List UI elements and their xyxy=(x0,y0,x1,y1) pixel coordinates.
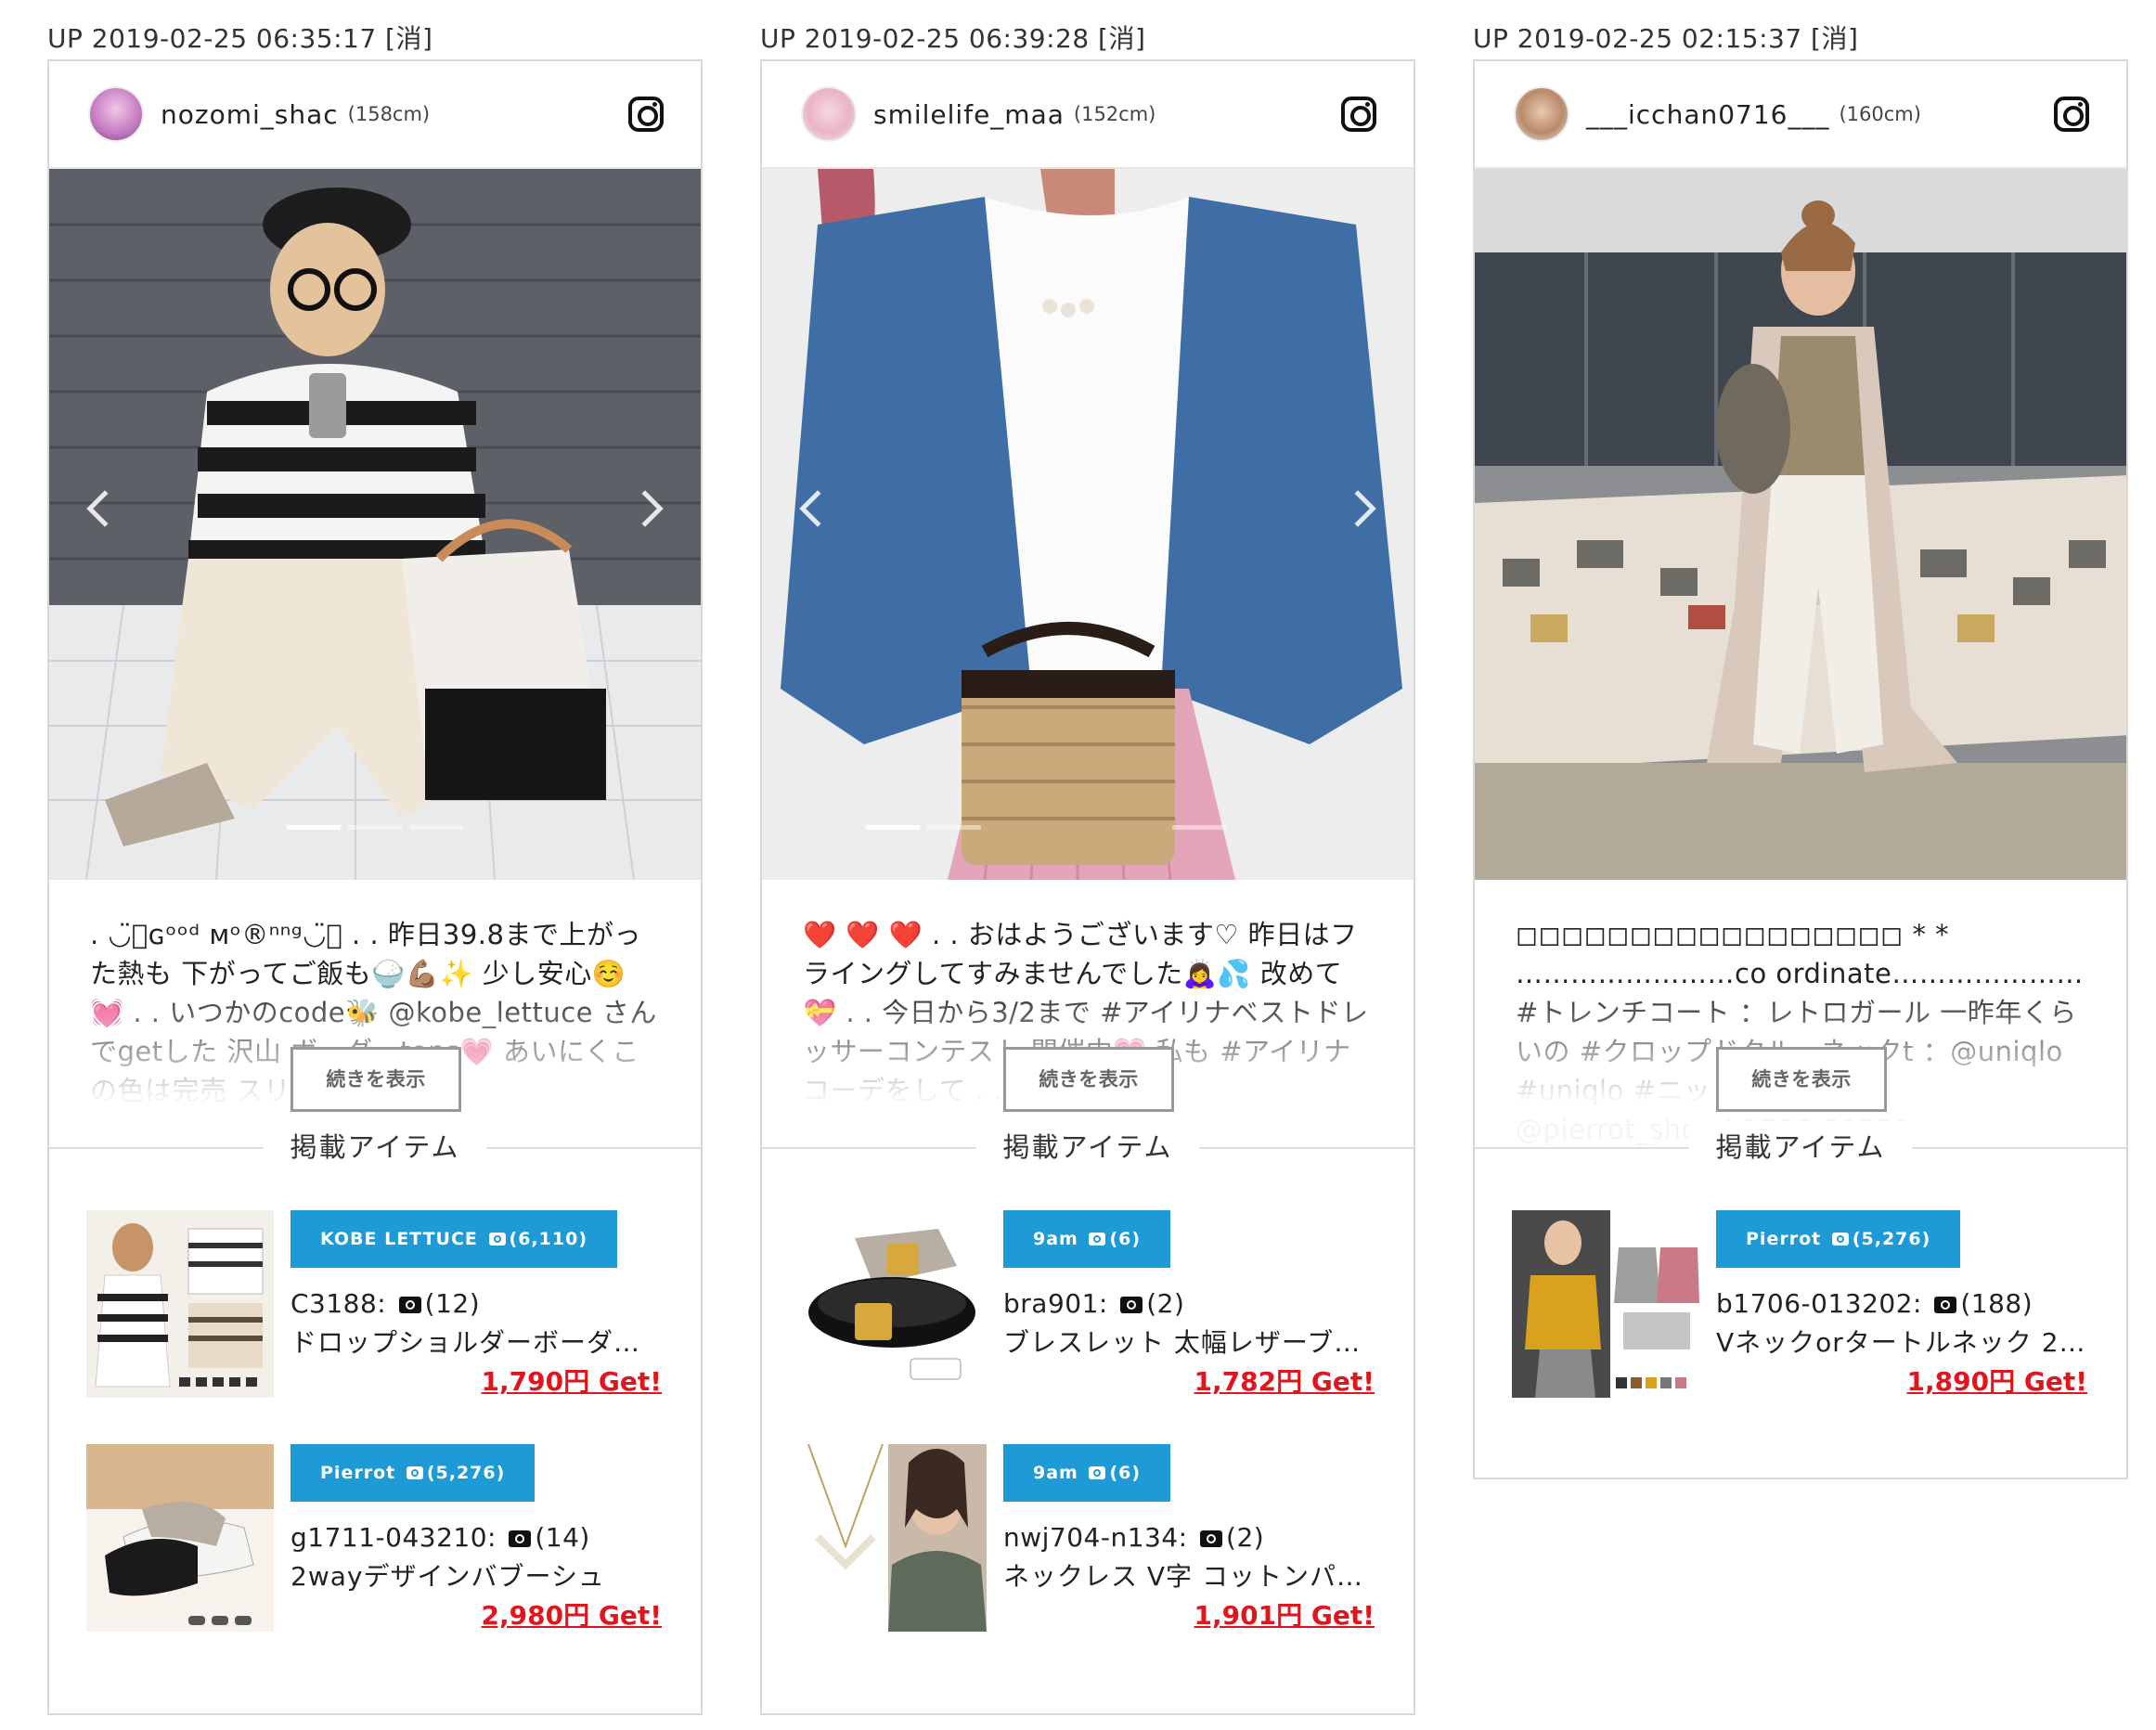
item-price-link[interactable]: 1,901円 Get! xyxy=(1194,1596,1375,1635)
post-photo[interactable] xyxy=(762,169,1414,880)
camera-icon xyxy=(1831,1233,1849,1246)
camera-icon xyxy=(398,1297,421,1313)
shop-badge[interactable]: 9am (6) xyxy=(1003,1210,1171,1268)
post-card-body: smilelife_maa (152cm) ❤️ ❤️ ❤️ . . おはようご… xyxy=(760,59,1415,1715)
camera-icon xyxy=(1089,1466,1106,1479)
post-caption: ◻◻◻◻◻◻◻◻◻◻◻◻◻◻◻◻◻ * * ……………………co ordinat… xyxy=(1475,880,2126,1147)
item-thumbnail[interactable] xyxy=(799,1444,987,1632)
post-caption: . ◡̈⃝ɢᵒᵒᵈ ᴍᵒ®ⁿⁿᵍ◡̈⃝ . . 昨日39.8まで上がった熱も 下… xyxy=(49,880,701,1147)
item-code: g1711-043210: (14) xyxy=(290,1522,590,1553)
photo-illustration xyxy=(1475,169,2126,880)
item-code: C3188: (12) xyxy=(290,1288,481,1319)
shop-badge[interactable]: Pierrot (5,276) xyxy=(1716,1210,1961,1268)
item-code: nwj704-n134: (2) xyxy=(1003,1522,1265,1553)
item-name[interactable]: ドロップショルダーボーダーカットソー xyxy=(290,1323,662,1362)
post-photo[interactable] xyxy=(49,169,701,880)
post-card-body: nozomi_shac (158cm) . ◡̈⃝ɢᵒᵒᵈ ᴍᵒ®ⁿⁿᵍ◡̈⃝ … xyxy=(47,59,703,1715)
items-heading: 掲載アイテム xyxy=(762,1121,1414,1177)
item-thumbnail[interactable] xyxy=(1512,1210,1699,1398)
shop-badge[interactable]: Pierrot (5,276) xyxy=(290,1444,536,1502)
upload-time: UP 2019-02-25 02:15:37 [消] xyxy=(1473,23,1859,54)
shop-badge[interactable]: KOBE LETTUCE (6,110) xyxy=(290,1210,617,1268)
user-height: (158cm) xyxy=(347,103,431,125)
avatar[interactable] xyxy=(1514,86,1569,142)
item-thumbnail[interactable] xyxy=(799,1210,987,1398)
item-price-link[interactable]: 1,890円 Get! xyxy=(1907,1362,2087,1401)
item-price-link[interactable]: 1,790円 Get! xyxy=(482,1362,662,1401)
item-name[interactable]: 2wayデザインバブーシュ xyxy=(290,1557,662,1596)
instagram-icon[interactable] xyxy=(1341,97,1376,132)
camera-icon xyxy=(509,1530,532,1547)
item-thumbnail[interactable] xyxy=(86,1210,274,1398)
camera-icon xyxy=(1934,1297,1957,1313)
post-card-1: UP 2019-02-25 06:35:17 [消] nozomi_shac (… xyxy=(47,0,703,1715)
post-photo[interactable] xyxy=(1475,169,2126,880)
item-card[interactable]: 9am (6) nwj704-n134: (2) ネックレス V字 コットンパー… xyxy=(762,1444,1414,1632)
item-price-link[interactable]: 2,980円 Get! xyxy=(482,1596,662,1635)
post-header: smilelife_maa (152cm) xyxy=(762,61,1414,169)
camera-icon xyxy=(1120,1297,1143,1313)
item-code: b1706-013202: (188) xyxy=(1716,1288,2033,1319)
username[interactable]: nozomi_shac xyxy=(161,99,339,130)
username[interactable]: smilelife_maa xyxy=(873,99,1065,130)
post-header: ___icchan0716___ (160cm) xyxy=(1475,61,2126,169)
camera-icon xyxy=(488,1233,506,1246)
instagram-icon[interactable] xyxy=(2054,97,2089,132)
carousel-dots[interactable] xyxy=(762,825,1414,830)
post-caption: ❤️ ❤️ ❤️ . . おはようございます♡ 昨日はフライングしてすみませんで… xyxy=(762,880,1414,1147)
item-name[interactable]: ネックレス V字 コットンパール xyxy=(1003,1557,1375,1596)
item-card[interactable]: 9am (6) bra901: (2) ブレスレット 太幅レザーブレスレット 1… xyxy=(762,1210,1414,1398)
item-name[interactable]: Vネックorタートルネック 2wayニット xyxy=(1716,1323,2087,1362)
show-more-button[interactable]: 続きを表示 xyxy=(290,1047,461,1112)
post-header: nozomi_shac (158cm) xyxy=(49,61,701,169)
camera-icon xyxy=(406,1466,423,1479)
items-heading: 掲載アイテム xyxy=(1475,1121,2126,1177)
photo-illustration xyxy=(49,169,701,880)
avatar[interactable] xyxy=(801,86,857,142)
show-more-button[interactable]: 続きを表示 xyxy=(1003,1047,1174,1112)
upload-time: UP 2019-02-25 06:35:17 [消] xyxy=(47,23,433,54)
instagram-icon[interactable] xyxy=(628,97,664,132)
post-card-body: ___icchan0716___ (160cm) ◻◻◻◻◻◻◻◻◻◻◻◻◻◻◻… xyxy=(1473,59,2128,1479)
item-card[interactable]: Pierrot (5,276) b1706-013202: (188) Vネック… xyxy=(1475,1210,2126,1398)
user-height: (152cm) xyxy=(1073,103,1156,125)
item-name[interactable]: ブレスレット 太幅レザーブレスレット xyxy=(1003,1323,1375,1362)
carousel-dots[interactable] xyxy=(49,825,701,830)
post-card-2: UP 2019-02-25 06:39:28 [消] smilelife_maa… xyxy=(760,0,1415,1715)
camera-icon xyxy=(1200,1530,1223,1547)
items-heading: 掲載アイテム xyxy=(49,1121,701,1177)
user-height: (160cm) xyxy=(1839,103,1921,125)
camera-icon xyxy=(1089,1233,1106,1246)
item-card[interactable]: KOBE LETTUCE (6,110) C3188: (12) ドロップショル… xyxy=(49,1210,701,1398)
show-more-button[interactable]: 続きを表示 xyxy=(1716,1047,1887,1112)
upload-time: UP 2019-02-25 06:39:28 [消] xyxy=(760,23,1146,54)
username[interactable]: ___icchan0716___ xyxy=(1586,99,1829,130)
post-card-3: UP 2019-02-25 02:15:37 [消] ___icchan0716… xyxy=(1473,0,2128,1479)
item-thumbnail[interactable] xyxy=(86,1444,274,1632)
item-card[interactable]: Pierrot (5,276) g1711-043210: (14) 2wayデ… xyxy=(49,1444,701,1632)
item-price-link[interactable]: 1,782円 Get! xyxy=(1194,1362,1375,1401)
photo-illustration xyxy=(762,169,1414,880)
avatar[interactable] xyxy=(88,86,144,142)
item-code: bra901: (2) xyxy=(1003,1288,1185,1319)
shop-badge[interactable]: 9am (6) xyxy=(1003,1444,1171,1502)
